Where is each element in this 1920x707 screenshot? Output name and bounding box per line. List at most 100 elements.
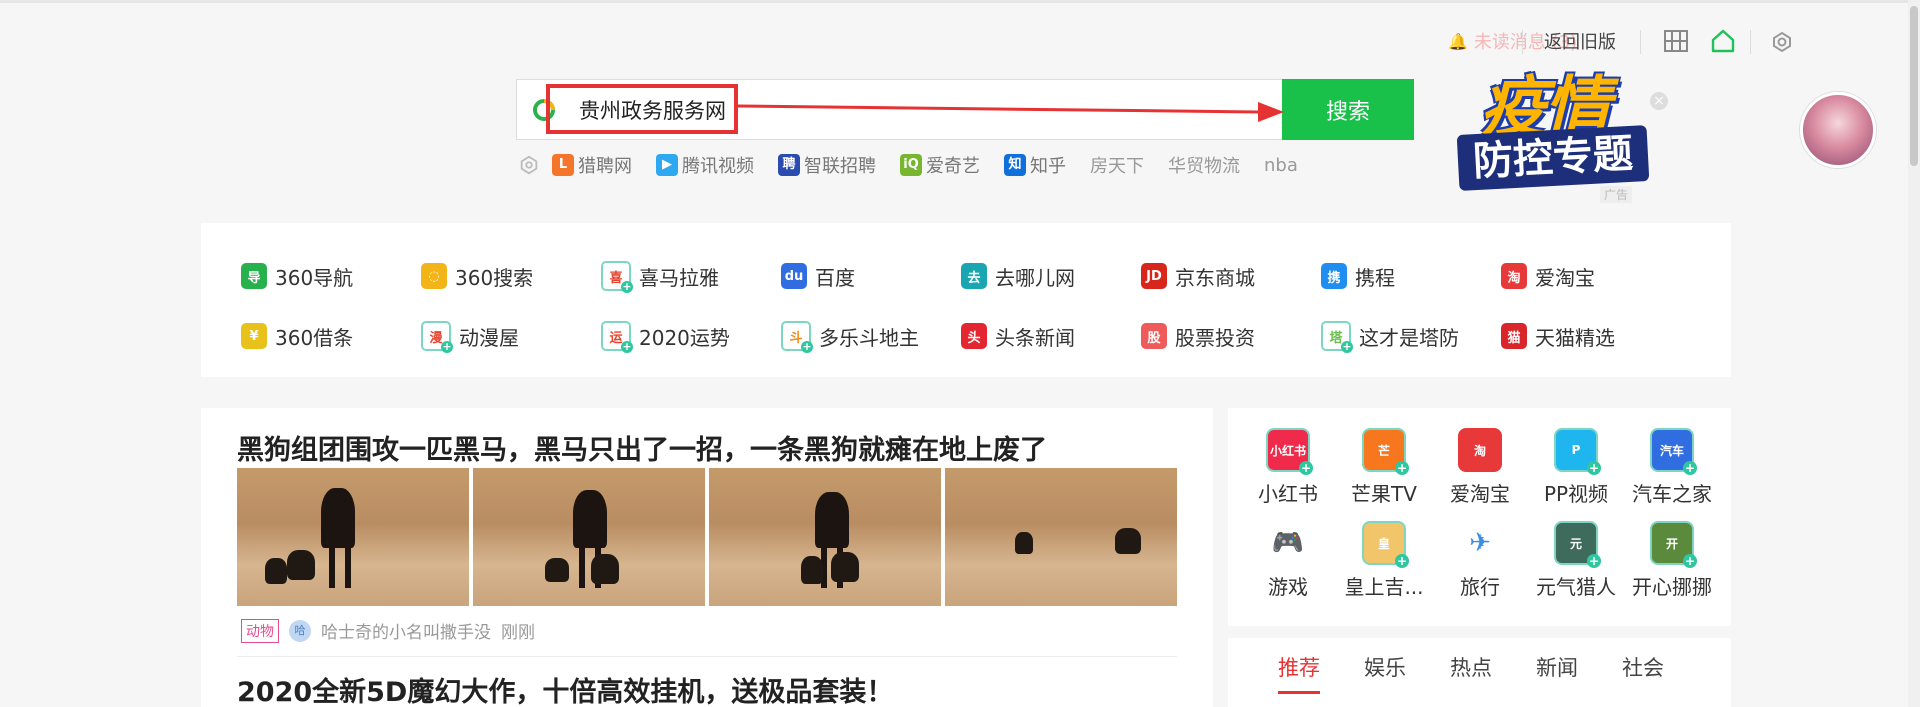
app-icon: 淘 [1458,428,1502,472]
news-thumbnail[interactable] [945,468,1177,606]
nav-link-label: 携程 [1355,265,1395,290]
hot-link[interactable]: ▶ 腾讯视频 [656,152,754,178]
hot-link[interactable]: 房天下 [1090,152,1144,178]
ad-label: 广告 [1600,186,1633,203]
gear-icon[interactable] [1770,30,1794,54]
epidemic-ad-banner[interactable]: 疫情 防控专题 广告 [1456,54,1650,204]
hot-link[interactable]: 知知乎 [1004,152,1066,178]
news-thumbnail[interactable] [473,468,705,606]
app-shortcut[interactable]: 皇皇上吉... [1336,521,1432,600]
nav-link-label: 头条新闻 [995,325,1075,350]
site-nav-grid: 导360导航◌360搜索喜喜马拉雅du百度去去哪儿网JD京东商城携携程淘爱淘宝¥… [241,259,1681,353]
user-avatar[interactable] [1800,92,1876,168]
app-icon: 元 [1554,521,1601,568]
category-tag[interactable]: 动物 [241,618,279,643]
site-logo-icon: 导 [241,263,267,289]
nav-link[interactable]: 喜喜马拉雅 [601,259,781,293]
hot-link[interactable]: L 猎聘网 [552,152,632,178]
feed-tabs-card: 推荐 娱乐 热点 新闻 社会 [1228,638,1731,707]
site-logo-icon: ◌ [421,263,447,289]
scrollbar[interactable] [1908,0,1920,707]
search-bar: 搜索 [516,79,1414,140]
hot-link-label: 爱奇艺 [926,156,980,177]
nav-link[interactable]: 携携程 [1321,259,1501,293]
nav-link[interactable]: 斗多乐斗地主 [781,319,961,353]
app-label: 汽车之家 [1632,482,1712,506]
app-shortcut[interactable]: 汽车汽车之家 [1624,428,1720,507]
feed-tab[interactable]: 热点 [1450,652,1492,694]
nav-link[interactable]: 导 360导航 [241,259,421,293]
divider [1640,30,1641,54]
site-logo-icon: iQ [900,154,922,176]
nav-link-label: 股票投资 [1175,325,1255,350]
nav-link-label: 360导航 [275,265,354,290]
app-shortcut[interactable]: 淘爱淘宝 [1432,428,1528,507]
feed-tab[interactable]: 新闻 [1536,652,1578,694]
author-avatar: 哈 [289,619,311,642]
nav-link[interactable]: ◌ 360搜索 [421,259,601,293]
site-logo-icon: 喜 [601,261,633,293]
app-shortcut[interactable]: 芒芒果TV [1336,428,1432,507]
nav-link[interactable]: 塔这才是塔防 [1321,319,1501,353]
grid-icon[interactable] [1664,30,1688,52]
scrollbar-thumb[interactable] [1910,6,1918,166]
nav-link[interactable]: 淘爱淘宝 [1501,259,1681,293]
nav-link[interactable]: 股股票投资 [1141,319,1321,353]
nav-link[interactable]: 漫动漫屋 [421,319,601,353]
app-label: 旅行 [1460,575,1500,599]
feed-tab[interactable]: 社会 [1622,652,1664,694]
nav-link[interactable]: ¥360借条 [241,319,421,353]
nav-link-label: 喜马拉雅 [639,265,719,290]
app-label: 游戏 [1268,575,1308,599]
divider [1522,30,1523,54]
feed-tabs: 推荐 娱乐 热点 新闻 社会 [1278,652,1664,694]
nav-link[interactable]: 猫天猫精选 [1501,319,1681,353]
news-headline[interactable]: 黑狗组团围攻一匹黑马，黑马只出了一招，一条黑狗就瘫在地上废了 [237,428,1047,467]
nav-link[interactable]: 头头条新闻 [961,319,1141,353]
nav-link-label: 2020运势 [639,325,730,350]
hot-link[interactable]: iQ 爱奇艺 [900,152,980,178]
app-shortcuts-grid: 小红书小红书芒芒果TV淘爱淘宝PPP视频汽车汽车之家🎮游戏皇皇上吉...✈旅行元… [1240,428,1720,600]
divider [1750,30,1751,54]
hot-link[interactable]: 聘智联招聘 [778,152,876,178]
nav-link-label: 这才是塔防 [1359,325,1459,350]
app-icon: 🎮 [1266,521,1310,565]
author-name[interactable]: 哈士奇的小名叫撒手没 [321,618,491,643]
ad-close-icon[interactable]: × [1650,92,1668,110]
feed-tab[interactable]: 娱乐 [1364,652,1406,694]
feed-tab[interactable]: 推荐 [1278,652,1320,694]
site-logo-icon: 知 [1004,154,1026,176]
app-shortcut[interactable]: 🎮 游戏 [1240,521,1336,600]
nav-link[interactable]: 运2020运势 [601,319,781,353]
app-label: 皇上吉... [1344,575,1424,599]
hot-link[interactable]: nba [1264,155,1298,176]
app-icon: 芒 [1362,428,1409,475]
site-logo-icon: ▶ [656,154,678,176]
nav-link-label: 天猫精选 [1535,325,1615,350]
search-input[interactable] [579,92,1219,128]
news-thumbnails[interactable] [237,468,1177,606]
nav-link[interactable]: JD 京东商城 [1141,259,1321,293]
app-label: 爱淘宝 [1450,482,1510,506]
hot-link-label: 猎聘网 [578,156,632,177]
news-headline[interactable]: 2020全新5D魔幻大作，十倍高效挂机，送极品套装！ [237,670,893,707]
settings-hex-icon[interactable] [518,154,540,176]
site-logo-icon: L [552,154,574,176]
home-icon[interactable] [1710,28,1736,54]
hot-link[interactable]: 华贸物流 [1168,152,1240,178]
divider [237,656,1177,657]
app-shortcut[interactable]: 元元气猎人 [1528,521,1624,600]
app-shortcut[interactable]: ✈ 旅行 [1432,521,1528,600]
nav-link-label: 爱淘宝 [1535,265,1595,290]
search-button[interactable]: 搜索 [1282,79,1414,140]
app-shortcut[interactable]: P PP视频 [1528,428,1624,507]
app-shortcut[interactable]: 小红书小红书 [1240,428,1336,507]
hot-link-label: 房天下 [1090,156,1144,177]
news-thumbnail[interactable] [237,468,469,606]
app-shortcut[interactable]: 开开心挪挪 [1624,521,1720,600]
nav-link[interactable]: du 百度 [781,259,961,293]
back-to-old-version-link[interactable]: 返回旧版 [1544,28,1616,54]
nav-link[interactable]: 去去哪儿网 [961,259,1141,293]
site-logo-icon: ¥ [241,323,267,349]
news-thumbnail[interactable] [709,468,941,606]
